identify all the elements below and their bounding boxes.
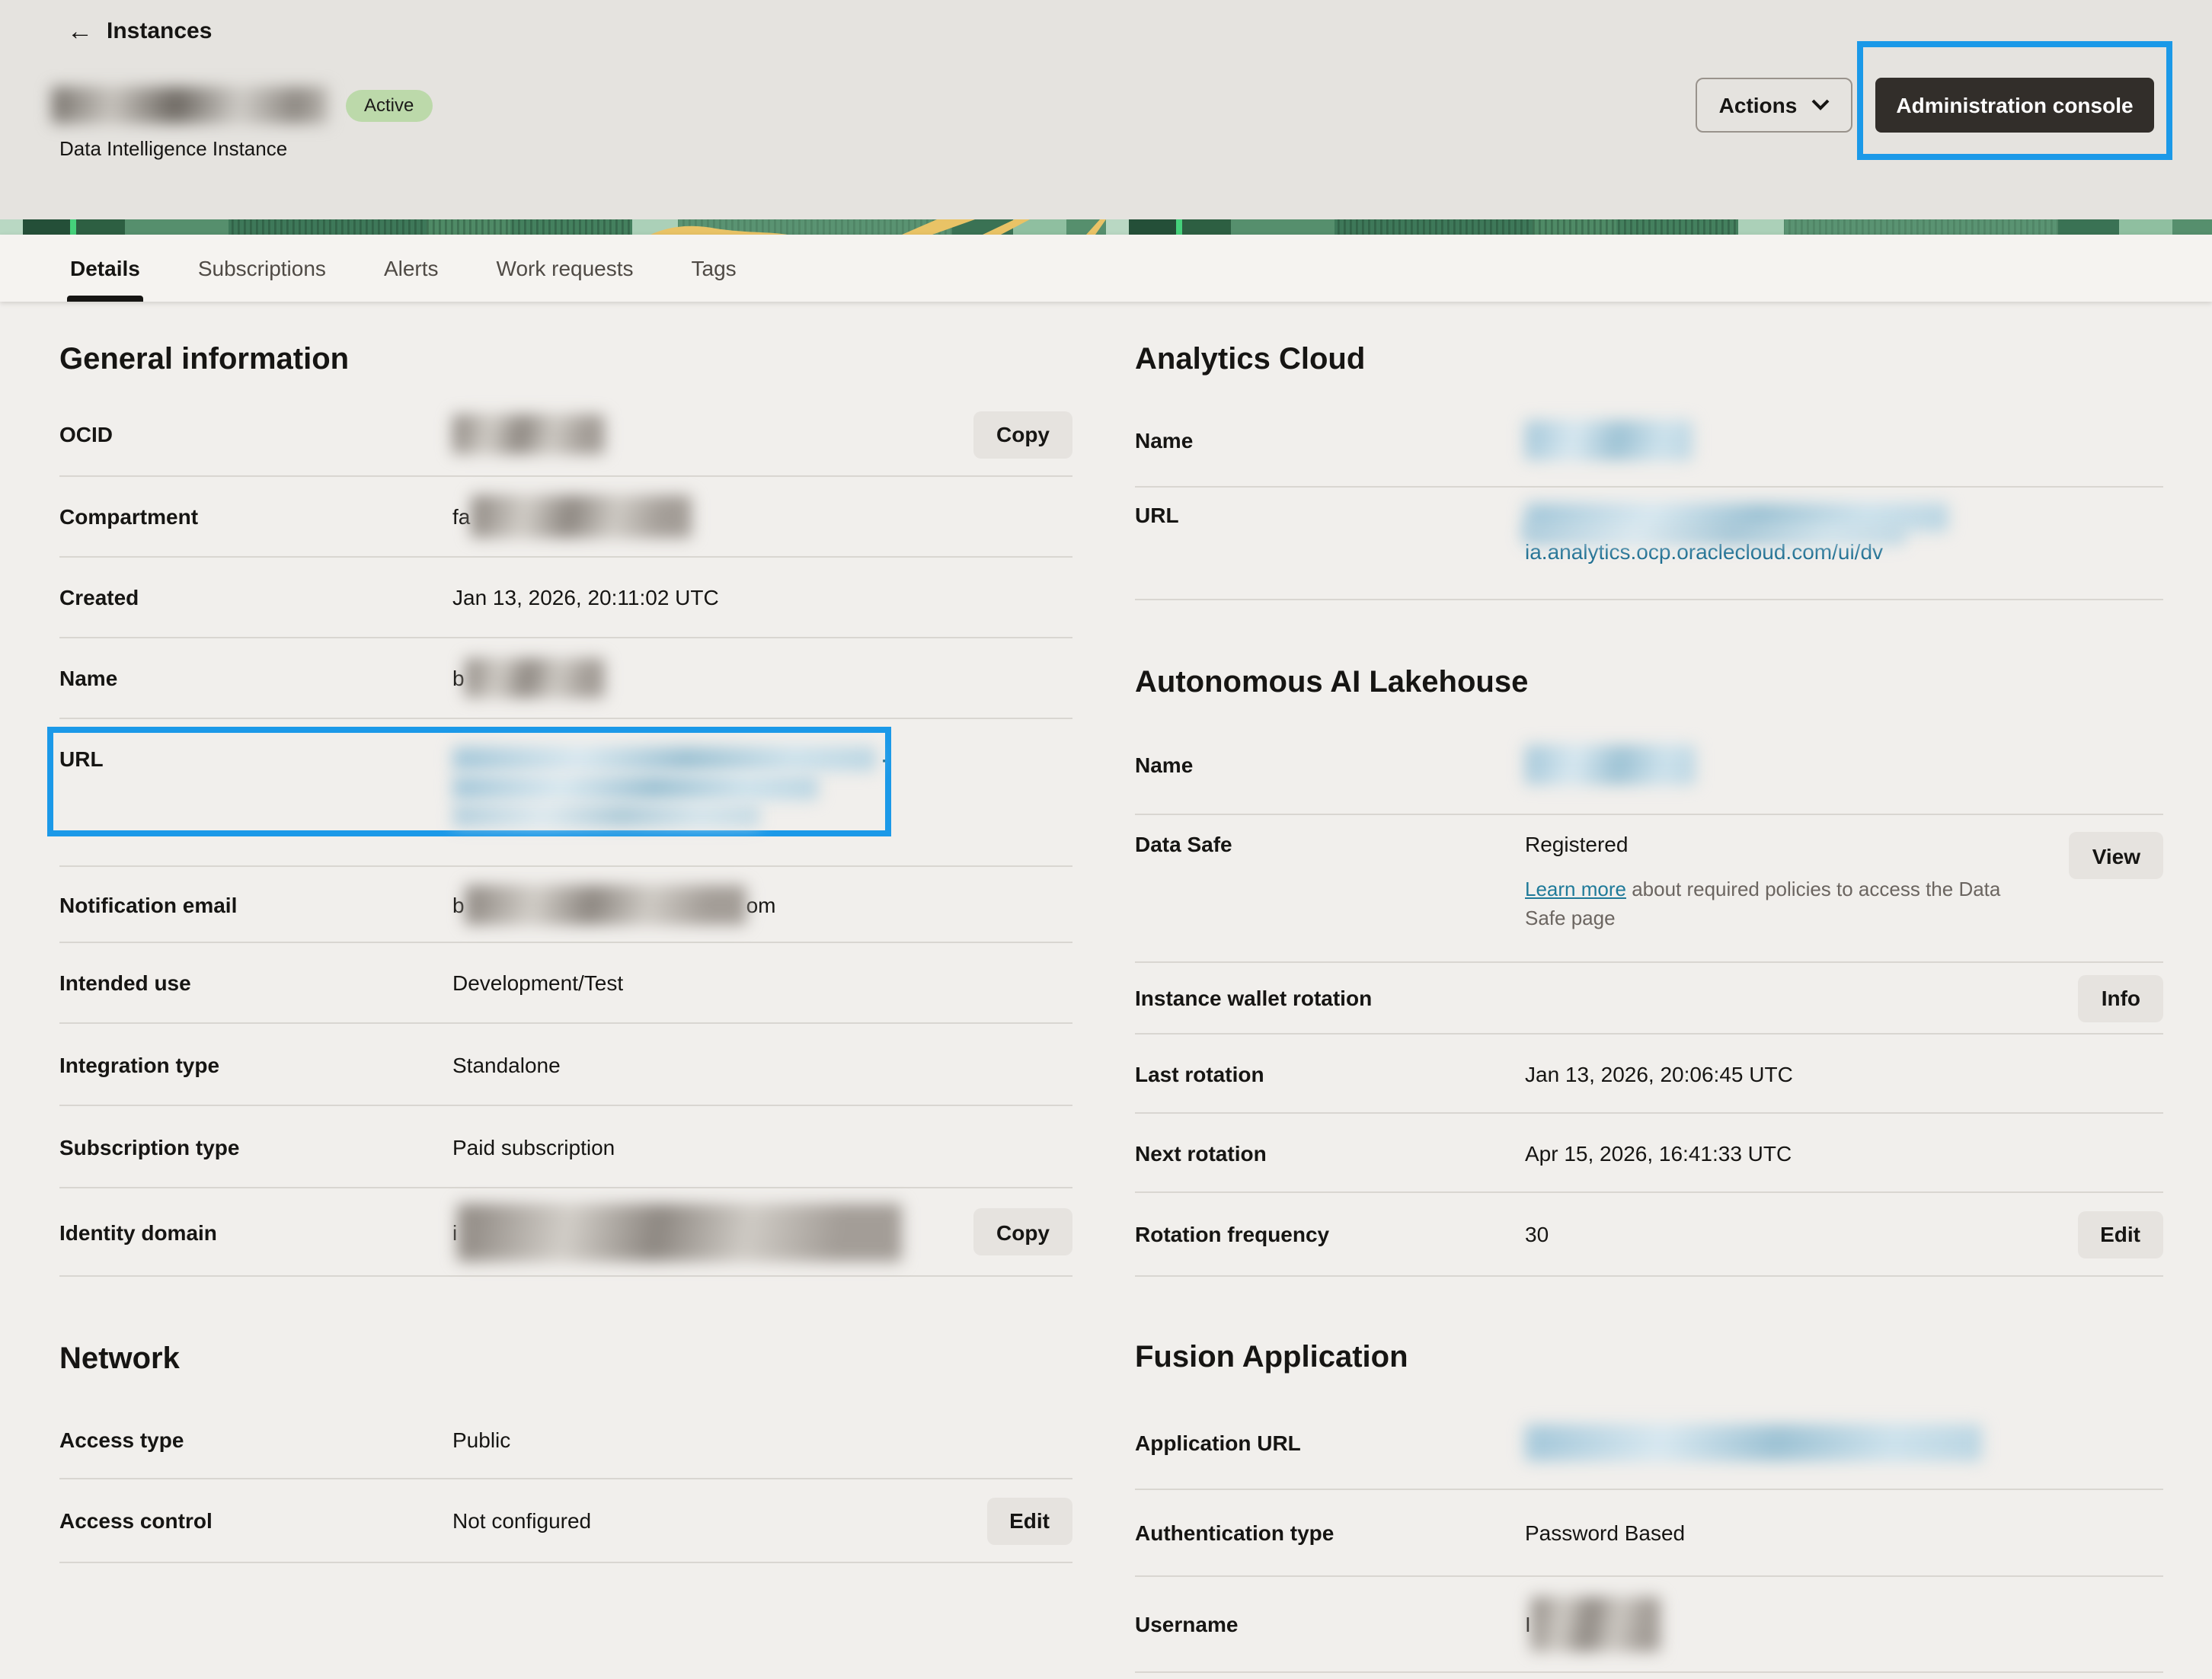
instance-type-subtitle: Data Intelligence Instance bbox=[59, 137, 287, 160]
actions-button-label: Actions bbox=[1719, 93, 1798, 117]
instance-name-redacted bbox=[52, 87, 328, 123]
learn-more-link[interactable]: Learn more bbox=[1525, 878, 1626, 900]
status-badge: Active bbox=[346, 89, 432, 121]
lakehouse-name-link-redacted[interactable] bbox=[1525, 745, 1696, 785]
actions-button[interactable]: Actions bbox=[1696, 78, 1852, 133]
subscription-type-value: Paid subscription bbox=[452, 1134, 1072, 1159]
active-tab-underline bbox=[67, 296, 143, 302]
row-authentication-type: Authentication type Password Based bbox=[1135, 1490, 2163, 1577]
fusion-application-title: Fusion Application bbox=[1135, 1336, 2163, 1379]
tab-alerts[interactable]: Alerts bbox=[384, 235, 439, 302]
details-content: General information OCID Copy Compartmen… bbox=[0, 302, 2212, 1679]
row-instance-wallet-rotation: Instance wallet rotation Info bbox=[1135, 963, 2163, 1035]
view-data-safe-button[interactable]: View bbox=[2070, 832, 2163, 879]
banner-pattern bbox=[0, 219, 2212, 235]
row-created: Created Jan 13, 2026, 20:11:02 UTC bbox=[59, 558, 1072, 638]
row-identity-domain: Identity domain i Copy bbox=[59, 1188, 1072, 1277]
tab-details-label: Details bbox=[70, 256, 140, 280]
last-rotation-value: Jan 13, 2026, 20:06:45 UTC bbox=[1525, 1061, 2163, 1086]
row-ocid: OCID Copy bbox=[59, 393, 1072, 477]
tab-subscriptions-label: Subscriptions bbox=[198, 256, 326, 280]
instance-title-row: Active bbox=[52, 87, 432, 123]
administration-console-button[interactable]: Administration console bbox=[1875, 78, 2154, 133]
info-instance-wallet-rotation-button[interactable]: Info bbox=[2079, 974, 2163, 1022]
compartment-prefix: fa bbox=[452, 504, 470, 529]
tab-subscriptions[interactable]: Subscriptions bbox=[198, 235, 326, 302]
breadcrumb-label[interactable]: Instances bbox=[107, 18, 212, 44]
intended-use-value: Development/Test bbox=[452, 971, 1072, 995]
row-lakehouse-name: Name bbox=[1135, 716, 2163, 815]
email-suffix: om bbox=[746, 892, 776, 916]
analytics-cloud-title: Analytics Cloud bbox=[1135, 338, 2163, 381]
edit-rotation-frequency-button[interactable]: Edit bbox=[2077, 1210, 2163, 1258]
general-information-title: General information bbox=[59, 338, 1072, 381]
row-analytics-name: Name bbox=[1135, 393, 2163, 488]
left-column: General information OCID Copy Compartmen… bbox=[59, 338, 1072, 1563]
row-intended-use: Intended use Development/Test bbox=[59, 943, 1072, 1024]
data-safe-note: Learn more about required policies to ac… bbox=[1525, 875, 2028, 932]
name-value-redacted bbox=[465, 658, 605, 698]
row-rotation-frequency: Rotation frequency 30 Edit bbox=[1135, 1193, 2163, 1277]
access-type-value: Public bbox=[452, 1428, 1072, 1452]
next-rotation-value: Apr 15, 2026, 16:41:33 UTC bbox=[1525, 1140, 2163, 1165]
compartment-value-redacted bbox=[470, 495, 691, 538]
ocid-value-redacted bbox=[452, 414, 605, 454]
tab-alerts-label: Alerts bbox=[384, 256, 439, 280]
application-url-link-redacted[interactable] bbox=[1525, 1424, 1982, 1460]
identity-domain-value-redacted bbox=[457, 1203, 902, 1261]
row-notification-email: Notification email b om bbox=[59, 867, 1072, 943]
row-name: Name b bbox=[59, 638, 1072, 719]
email-value-redacted bbox=[465, 884, 746, 924]
row-integration-type: Integration type Standalone bbox=[59, 1024, 1072, 1106]
authentication-type-value: Password Based bbox=[1525, 1521, 2163, 1545]
row-analytics-url: URL ia.analytics.ocp.oraclecloud.com/ui/… bbox=[1135, 488, 2163, 600]
tab-bar: Details Subscriptions Alerts Work reques… bbox=[0, 235, 2212, 302]
copy-identity-domain-button[interactable]: Copy bbox=[973, 1208, 1072, 1255]
row-subscription-type: Subscription type Paid subscription bbox=[59, 1106, 1072, 1188]
page-root: ← Instances Active Data Intelligence Ins… bbox=[0, 0, 2212, 1679]
url-fragment: - bbox=[882, 751, 889, 766]
right-column: Analytics Cloud Name URL ia.analytics.oc… bbox=[1135, 338, 2163, 1673]
row-application-url: Application URL bbox=[1135, 1396, 2163, 1490]
row-username: Username I bbox=[1135, 1577, 2163, 1673]
username-prefix: I bbox=[1525, 1612, 1531, 1636]
data-safe-value: Registered bbox=[1525, 832, 1628, 856]
rotation-frequency-value: 30 bbox=[1525, 1222, 2077, 1246]
analytics-url-link[interactable]: ia.analytics.ocp.oraclecloud.com/ui/dv bbox=[1525, 503, 1948, 564]
tab-work-requests-label: Work requests bbox=[497, 256, 634, 280]
username-value-redacted bbox=[1531, 1597, 1661, 1652]
back-arrow-icon[interactable]: ← bbox=[67, 18, 93, 44]
row-data-safe: Data Safe Registered Learn more about re… bbox=[1135, 815, 2163, 963]
name-prefix: b bbox=[452, 666, 465, 690]
row-url: URL - bbox=[59, 719, 1072, 867]
network-title: Network bbox=[59, 1338, 1072, 1380]
lakehouse-title: Autonomous AI Lakehouse bbox=[1135, 661, 2163, 704]
copy-ocid-button[interactable]: Copy bbox=[973, 411, 1072, 458]
edit-access-control-button[interactable]: Edit bbox=[986, 1497, 1072, 1544]
row-access-type: Access type Public bbox=[59, 1402, 1072, 1479]
tab-work-requests[interactable]: Work requests bbox=[497, 235, 634, 302]
tab-tags[interactable]: Tags bbox=[692, 235, 737, 302]
row-access-control: Access control Not configured Edit bbox=[59, 1479, 1072, 1563]
row-next-rotation: Next rotation Apr 15, 2026, 16:41:33 UTC bbox=[1135, 1114, 2163, 1193]
decorative-banner bbox=[0, 219, 2212, 235]
tab-details[interactable]: Details bbox=[70, 235, 140, 302]
access-control-value: Not configured bbox=[452, 1508, 986, 1533]
created-value: Jan 13, 2026, 20:11:02 UTC bbox=[452, 585, 1072, 609]
row-compartment: Compartment fa bbox=[59, 477, 1072, 558]
integration-type-value: Standalone bbox=[452, 1052, 1072, 1076]
row-last-rotation: Last rotation Jan 13, 2026, 20:06:45 UTC bbox=[1135, 1035, 2163, 1114]
email-prefix: b bbox=[452, 892, 465, 916]
page-header: ← Instances Active Data Intelligence Ins… bbox=[0, 0, 2212, 219]
breadcrumb[interactable]: ← Instances bbox=[67, 18, 212, 44]
chevron-down-icon bbox=[1811, 99, 1829, 111]
analytics-name-link-redacted[interactable] bbox=[1525, 420, 1693, 459]
tab-tags-label: Tags bbox=[692, 256, 737, 280]
instance-url-link-redacted[interactable]: - bbox=[452, 747, 889, 827]
analytics-url-line2-blur bbox=[1522, 523, 1906, 545]
